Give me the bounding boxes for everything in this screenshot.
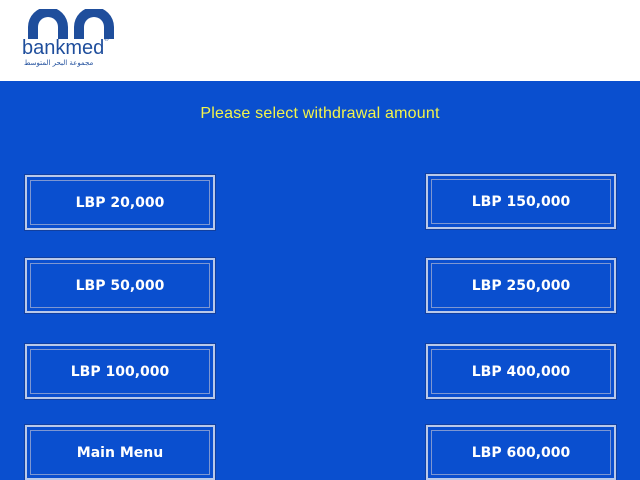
amount-button-150000[interactable]: LBP 150,000 [426, 174, 616, 229]
button-label: LBP 150,000 [471, 193, 571, 210]
logo-arabic-tagline: مجموعة البحر المتوسط [24, 59, 94, 67]
button-label: LBP 20,000 [75, 194, 165, 211]
bankmed-logo: bankmed® مجموعة البحر المتوسط [22, 9, 132, 73]
button-label: LBP 100,000 [70, 363, 170, 380]
amount-button-100000[interactable]: LBP 100,000 [25, 344, 215, 399]
amount-button-50000[interactable]: LBP 50,000 [25, 258, 215, 313]
withdrawal-screen: Please select withdrawal amount LBP 20,0… [0, 81, 640, 480]
button-label: Main Menu [76, 444, 164, 461]
button-label: LBP 400,000 [471, 363, 571, 380]
amount-button-600000[interactable]: LBP 600,000 [426, 425, 616, 480]
screen-prompt: Please select withdrawal amount [200, 105, 440, 122]
amount-button-250000[interactable]: LBP 250,000 [426, 258, 616, 313]
amount-button-400000[interactable]: LBP 400,000 [426, 344, 616, 399]
button-label: LBP 250,000 [471, 277, 571, 294]
main-menu-button[interactable]: Main Menu [25, 425, 215, 480]
button-label: LBP 600,000 [471, 444, 571, 461]
amount-button-20000[interactable]: LBP 20,000 [25, 175, 215, 230]
logo-arches-icon [28, 9, 114, 39]
header: bankmed® مجموعة البحر المتوسط [0, 0, 640, 81]
logo-wordmark: bankmed® [22, 37, 109, 59]
button-label: LBP 50,000 [75, 277, 165, 294]
